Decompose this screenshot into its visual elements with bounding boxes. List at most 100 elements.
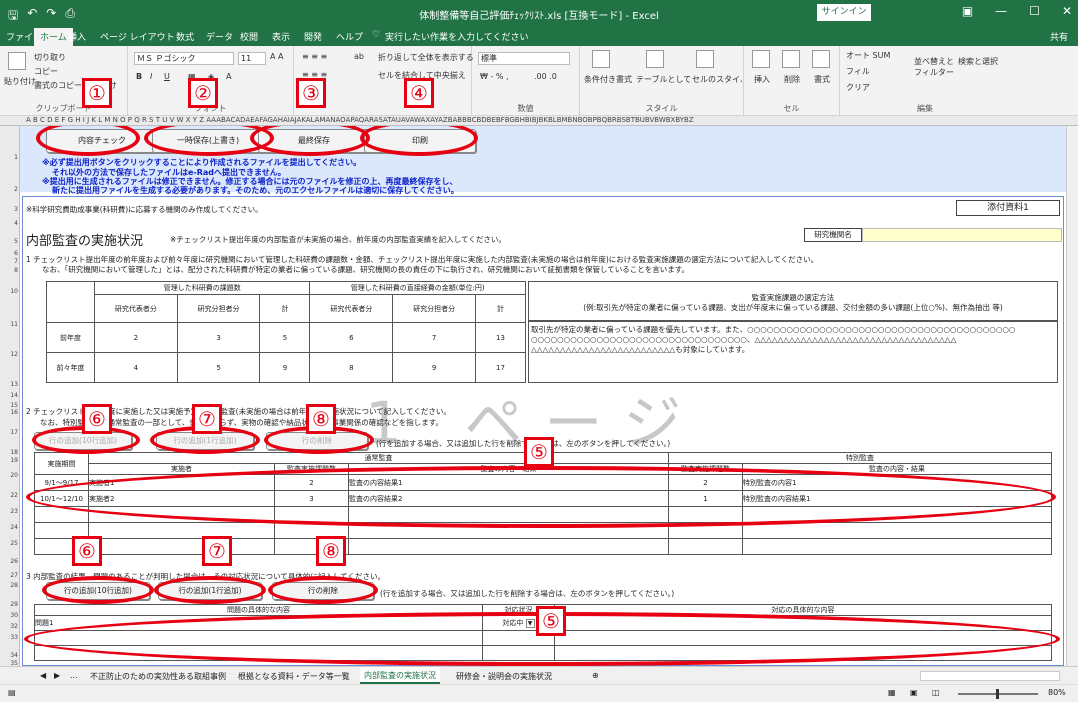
tell-me-input[interactable]: 実行したい作業を入力してください (385, 30, 528, 43)
tab-developer[interactable]: 開発 (304, 30, 322, 43)
institution-name-input[interactable] (862, 228, 1062, 242)
orientation-icon[interactable]: ab (354, 52, 364, 61)
conditional-format-button[interactable]: 条件付き書式 (584, 74, 634, 85)
number-group: 標準 ₩ - % , .00 .0 数値 (472, 46, 580, 116)
delete-button[interactable]: 削除 (784, 74, 800, 85)
sort-filter-button[interactable]: 並べ替えとフィルター (914, 56, 954, 78)
clear-button[interactable]: クリア (846, 82, 870, 93)
heading-note: ※チェックリスト提出年度の内部監査が未実施の場合、前年度の内部監査実績を記入して… (170, 235, 506, 244)
tab-page-layout[interactable]: ページ レイアウト (100, 30, 175, 43)
insert-cells-icon[interactable] (752, 50, 770, 68)
font-color-icon[interactable]: A (226, 72, 231, 81)
selection-method-header: 監査実施課題の選定方法 (例:取引先が特定の業者に偏っている課題、支出が年度末に… (528, 281, 1058, 321)
number-label: 数値 (517, 104, 534, 113)
delete-cells-icon[interactable] (782, 50, 800, 68)
maximize-icon[interactable]: ☐ (1029, 4, 1040, 18)
sheet-tab-more[interactable]: ... (70, 671, 78, 680)
cell-style-icon[interactable] (696, 50, 714, 68)
callout-number-3: ③ (296, 78, 326, 108)
page-layout-view-icon[interactable]: ▣ (910, 688, 918, 697)
page-break-view-icon[interactable]: ◫ (932, 688, 940, 697)
callout-oval-8b (268, 576, 378, 604)
sheet-tab-materials[interactable]: 根拠となる資料・データ等一覧 (238, 671, 350, 682)
tab-home[interactable]: ホーム (34, 28, 73, 46)
tab-review[interactable]: 校閲 (240, 30, 258, 43)
window-title: 体制整備等自己評価ﾁｪｯｸﾘｽﾄ.xls [互換モード] - Excel (419, 11, 659, 22)
institution-label: 研究機関名 (804, 228, 862, 242)
question-2b: なお、特別監査は、通常監査の一部として、書面によらず、実物の確認や納品状況等の事… (40, 418, 443, 427)
format-button[interactable]: 書式 (814, 74, 830, 85)
decimal-icon[interactable]: .00 .0 (534, 72, 557, 81)
top-note: ※科学研究費助成事業(科研費)に応募する機関のみ作成してください。 (26, 205, 263, 214)
question-2: 2 チェックリスト提出年度に実施した又は実施予定の内部監査(未実施の場合は前年度… (26, 407, 451, 416)
ribbon: 貼り付け 切り取り コピー 書式のコピー/貼り付け クリップボード ＭＳ Ｐゴシ… (0, 46, 1078, 116)
tab-formulas[interactable]: 数式 (176, 30, 194, 43)
zoom-slider-thumb[interactable] (996, 689, 999, 699)
tab-data[interactable]: データ (206, 30, 233, 43)
tab-insert[interactable]: 挿入 (68, 30, 86, 43)
callout-oval-6b (42, 576, 154, 604)
macro-record-icon[interactable]: ▤ (8, 688, 16, 697)
cell-style-button[interactable]: セルのスタイル (692, 74, 742, 85)
signin-button[interactable]: サインイン (817, 4, 871, 21)
insert-button[interactable]: 挿入 (754, 74, 770, 85)
prev-sheet-icon[interactable]: ◀ (40, 671, 46, 680)
editing-label: 編集 (917, 104, 933, 113)
worksheet[interactable]: 内容チェック 一時保存(上書き) 最終保存 印刷 ※必ず提出用ボタンをクリックす… (20, 126, 1066, 666)
status-bar: ▤ ▦ ▣ ◫ 80% (0, 684, 1078, 702)
add-sheet-icon[interactable]: ⊕ (592, 671, 599, 680)
sheet-tab-internal-audit[interactable]: 内部監査の実施状況 (360, 667, 440, 684)
underline-icon[interactable]: U (164, 72, 170, 81)
format-cells-icon[interactable] (812, 50, 830, 68)
cut-button[interactable]: 切り取り (34, 52, 66, 63)
font-size-select[interactable]: 11 (238, 52, 266, 65)
ribbon-display-icon[interactable]: ▣ (962, 4, 973, 18)
italic-icon[interactable]: I (150, 72, 152, 81)
vertical-scrollbar[interactable] (1066, 126, 1078, 666)
tab-view[interactable]: 表示 (272, 30, 290, 43)
callout-oval-7b (154, 576, 266, 604)
align-top-icon[interactable]: ≡ ≡ ≡ (302, 52, 327, 61)
horizontal-scrollbar[interactable] (920, 671, 1060, 681)
page-heading: 内部監査の実施状況 (26, 234, 144, 249)
share-button[interactable]: 共有 (1050, 30, 1068, 43)
callout-oval-5a (26, 466, 1056, 528)
callout-number-2: ② (188, 78, 218, 108)
table-row[interactable] (34, 538, 1052, 555)
lightbulb-icon: ♡ (372, 30, 381, 40)
paste-icon[interactable] (8, 52, 26, 70)
autosum-button[interactable]: オート SUM (846, 50, 890, 61)
font-grow-icon[interactable]: A A (270, 52, 284, 61)
question-1b: なお、「研究機関において管理した」とは、配分された科研費が特定の業者に偏っている… (42, 265, 690, 274)
cells-group: 挿入 削除 書式 セル (744, 46, 840, 116)
grant-count-table: 管理した科研費の課題数 管理した科研費の直接経費の金額(単位:円) 研究代表者分研… (46, 281, 527, 383)
fill-button[interactable]: フィル (846, 66, 870, 77)
normal-view-icon[interactable]: ▦ (888, 688, 896, 697)
row-button-note-2: (行を追加する場合、又は追加した行を削除する場合は、左のボタンを押してください。… (380, 589, 675, 598)
styles-label: スタイル (645, 104, 678, 113)
callout-number-8b: ⑧ (316, 536, 346, 566)
cells-label: セル (783, 104, 800, 113)
tab-help[interactable]: ヘルプ (336, 30, 363, 43)
currency-icon[interactable]: ₩ - % , (480, 72, 509, 81)
table-format-button[interactable]: テーブルとして書式設定 (636, 74, 690, 85)
editing-group: オート SUM フィル クリア 並べ替えとフィルター 検索と選択 編集 (840, 46, 1010, 116)
bold-icon[interactable]: B (136, 72, 142, 81)
table-format-icon[interactable] (646, 50, 664, 68)
number-format-select[interactable]: 標準 (478, 52, 570, 65)
next-sheet-icon[interactable]: ▶ (54, 671, 60, 680)
font-name-select[interactable]: ＭＳ Ｐゴシック (134, 52, 234, 65)
sheet-tab-examples[interactable]: 不正防止のための実効性ある取組事例 (90, 671, 226, 682)
copy-button[interactable]: コピー (34, 66, 58, 77)
conditional-format-icon[interactable] (592, 50, 610, 68)
paste-button[interactable]: 貼り付け (4, 76, 36, 87)
close-icon[interactable]: ✕ (1062, 4, 1072, 18)
find-select-button[interactable]: 検索と選択 (958, 56, 998, 67)
minimize-icon[interactable]: — (995, 4, 1007, 18)
selection-method-input[interactable]: 取引先が特定の業者に偏っている課題を優先しています。また、○○○○○○○○○○○… (528, 321, 1058, 383)
callout-number-5a: ⑤ (524, 437, 554, 467)
styles-group: 条件付き書式 テーブルとして書式設定 セルのスタイル スタイル (580, 46, 744, 116)
wrap-text-button[interactable]: 折り返して全体を表示する (378, 52, 474, 63)
sheet-tab-training[interactable]: 研修会・説明会の実施状況 (456, 671, 552, 682)
zoom-level[interactable]: 80% (1048, 688, 1066, 697)
